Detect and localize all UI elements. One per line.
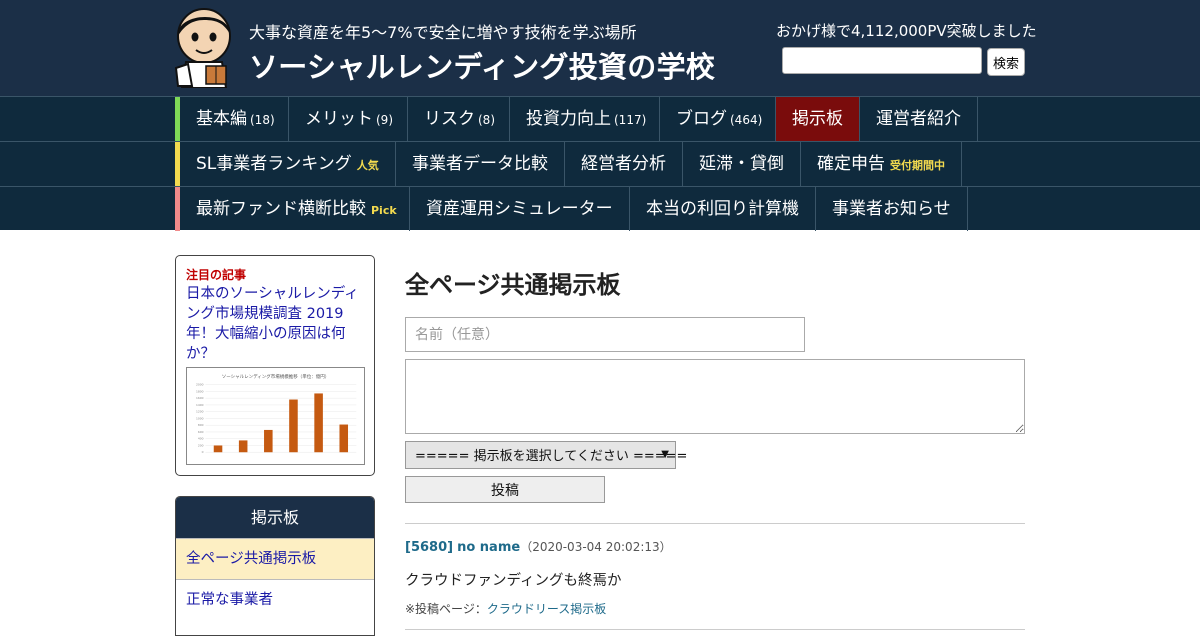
thumb-tick-label: 1600: [196, 396, 204, 400]
nav-item-operator-news[interactable]: 事業者お知らせ: [816, 187, 968, 231]
nav-row-2: SL事業者ランキング 人気 事業者データ比較 経営者分析 延滞・貸倒 確定申告 受付…: [0, 141, 1200, 186]
message-textarea[interactable]: [405, 359, 1025, 434]
nav-item-data-compare[interactable]: 事業者データ比較: [396, 142, 565, 186]
page-title: 全ページ共通掲示板: [405, 271, 621, 299]
nav-item-tax-return[interactable]: 確定申告 受付期間中: [801, 142, 962, 186]
post-source: ※投稿ページ：クラウドリース掲示板: [405, 600, 606, 617]
nav-row-1: 基本編 (18) メリット (9) リスク (8) 投資力向上 (117) ブログ (46…: [0, 96, 1200, 141]
nav-item-label: 最新ファンド横断比較: [196, 199, 366, 219]
post-button[interactable]: 投稿: [405, 476, 605, 503]
thumb-tick-label: 1400: [196, 403, 204, 407]
nav-item-merits[interactable]: メリット (9): [289, 97, 408, 141]
thumb-chart-grid: 0 200 400 600 800 1000 1200 1400 1600 1800 2000: [196, 383, 357, 454]
post-body: クラウドファンディングも終焉か: [405, 573, 622, 589]
mascot-logo-icon[interactable]: [172, 6, 236, 88]
nav-item-risks[interactable]: リスク (8): [408, 97, 510, 141]
thumb-tick-label: 1200: [196, 410, 204, 414]
post-source-label: ※投稿ページ：: [405, 602, 487, 616]
nav-item-count: (464): [730, 113, 763, 127]
nav-item-board[interactable]: 掲示板: [776, 97, 860, 141]
featured-label: 注目の記事: [186, 268, 247, 282]
thumb-tick-label: 400: [198, 437, 204, 441]
main-navigation: 基本編 (18) メリット (9) リスク (8) 投資力向上 (117) ブログ (46…: [0, 96, 1200, 231]
nav-item-simulator[interactable]: 資産運用シミュレーター: [410, 187, 630, 231]
thumb-chart-bars: [213, 393, 349, 453]
thumb-chart-bar: [238, 440, 248, 453]
nav-item-executive-analysis[interactable]: 経営者分析: [565, 142, 683, 186]
thumb-tick-label: 200: [198, 443, 204, 447]
board-list-item-normal-operators[interactable]: 正常な事業者: [176, 579, 374, 620]
nav-item-yield-calculator[interactable]: 本当の利回り計算機: [630, 187, 816, 231]
thumb-chart-bar: [264, 429, 273, 453]
featured-article-link[interactable]: 日本のソーシャルレンディング市場規模調査 2019年！大幅縮小の原因は何か？: [186, 284, 366, 364]
nav-item-label: リスク: [424, 109, 475, 129]
nav-item-label: 事業者お知らせ: [832, 199, 951, 219]
post-date: （2020-03-04 20:02:13）: [520, 540, 672, 554]
nav-item-label: 基本編: [196, 109, 247, 129]
nav-item-basics[interactable]: 基本編 (18): [180, 97, 289, 141]
nav-item-label: ブログ: [676, 109, 727, 129]
post-source-link[interactable]: クラウドリース掲示板: [487, 602, 606, 616]
nav-item-label: 延滞・貸倒: [699, 154, 784, 174]
thumb-tick-label: 600: [198, 430, 204, 434]
nav-item-label: 経営者分析: [581, 154, 666, 174]
featured-article-thumbnail[interactable]: ソーシャルレンディング市場規模推移（単位：億円） 0 200 400 600 800 10…: [186, 367, 365, 465]
board-list-box: 掲示板 全ページ共通掲示板 正常な事業者: [175, 496, 375, 636]
board-list-item-common[interactable]: 全ページ共通掲示板: [176, 538, 374, 579]
nav-item-fund-compare[interactable]: 最新ファンド横断比較 Pick: [180, 187, 410, 231]
site-tagline: 大事な資産を年5～7%で安全に増やす技術を学ぶ場所: [249, 23, 637, 42]
featured-article-box: 注目の記事 日本のソーシャルレンディング市場規模調査 2019年！大幅縮小の原因…: [175, 255, 375, 476]
dropdown-caret-icon: ▼: [661, 449, 669, 460]
nav-item-tag: Pick: [371, 204, 397, 217]
nav-item-label: 掲示板: [792, 109, 843, 129]
thumb-tick-label: 1000: [196, 416, 204, 420]
post-divider: [405, 523, 1025, 524]
nav-item-tag: 受付期間中: [890, 159, 945, 172]
thumb-tick-label: 800: [198, 423, 204, 427]
thumb-chart-bar: [213, 445, 223, 453]
thumb-chart-bar: [289, 399, 298, 453]
nav-item-count: (8): [478, 113, 495, 127]
nav-item-blog[interactable]: ブログ (464): [660, 97, 776, 141]
nav-item-label: 投資力向上: [526, 109, 611, 129]
thumb-chart-bar: [339, 424, 349, 453]
board-list-title: 掲示板: [176, 497, 374, 538]
post-author: no name: [457, 540, 521, 555]
nav-item-delinquency[interactable]: 延滞・貸倒: [683, 142, 801, 186]
thumb-tick-label: 1800: [196, 389, 204, 393]
post-id[interactable]: [5680]: [405, 540, 453, 555]
nav-item-label: 本当の利回り計算機: [646, 199, 799, 219]
pageview-counter: おかげ様で4,112,000PV突破しました: [776, 22, 1037, 40]
nav-item-count: (117): [614, 113, 647, 127]
nav-item-ranking[interactable]: SL事業者ランキング 人気: [180, 142, 396, 186]
thumb-tick-label: 2000: [196, 383, 204, 387]
site-header: 大事な資産を年5～7%で安全に増やす技術を学ぶ場所 ソーシャルレンディング投資の…: [0, 0, 1200, 96]
thumb-chart-title: ソーシャルレンディング市場規模推移（単位：億円）: [222, 373, 330, 380]
search-button[interactable]: 検索: [987, 48, 1025, 76]
thumb-tick-label: 0: [202, 450, 204, 454]
nav-item-label: 運営者紹介: [876, 109, 961, 129]
nav-item-tag: 人気: [356, 159, 379, 172]
board-select-dropdown[interactable]: ===== 掲示板を選択してください ===== ▼: [405, 441, 687, 469]
nav-item-count: (9): [376, 113, 393, 127]
nav-item-about[interactable]: 運営者紹介: [860, 97, 978, 141]
nav-item-count: (18): [250, 113, 275, 127]
nav-item-label: 確定申告: [817, 154, 885, 174]
nav-item-skill-up[interactable]: 投資力向上 (117): [510, 97, 660, 141]
nav-row-3: 最新ファンド横断比較 Pick 資産運用シミュレーター 本当の利回り計算機 事業者…: [0, 186, 1200, 231]
search-input[interactable]: [782, 47, 982, 74]
site-title[interactable]: ソーシャルレンディング投資の学校: [249, 44, 715, 86]
nav-item-label: 事業者データ比較: [412, 154, 548, 174]
name-input[interactable]: [405, 317, 805, 352]
nav-item-label: 資産運用シミュレーター: [426, 199, 613, 219]
thumb-chart-bar: [314, 393, 323, 453]
nav-item-label: メリット: [305, 109, 373, 129]
post-header: [5680] no name（2020-03-04 20:02:13）: [405, 538, 672, 555]
board-select-label: ===== 掲示板を選択してください =====: [415, 449, 688, 464]
nav-item-label: SL事業者ランキング: [196, 154, 352, 174]
